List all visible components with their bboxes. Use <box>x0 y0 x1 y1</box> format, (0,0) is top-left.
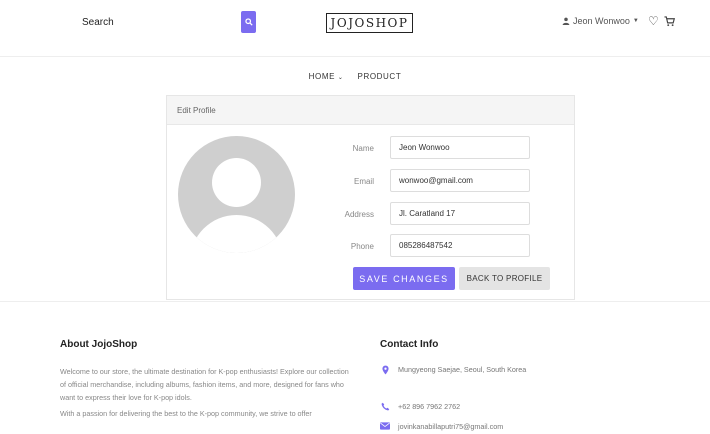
contact-address: Mungyeong Saejae, Seoul, South Korea <box>380 364 548 375</box>
footer-divider <box>0 301 710 302</box>
main-nav: HOME ⌄ PRODUCT <box>0 72 710 81</box>
email-label: Email <box>353 177 374 186</box>
contact-phone-text: +62 896 7962 2762 <box>398 402 461 411</box>
contact-phone: +62 896 7962 2762 <box>380 401 460 412</box>
contact-email-text[interactable]: jovinkanabillaputri75@gmail.com <box>398 421 503 432</box>
site-logo[interactable]: JOJOSHOP <box>326 13 413 33</box>
name-label: Name <box>352 144 374 153</box>
name-field[interactable]: Jeon Wonwoo <box>390 136 530 159</box>
phone-icon <box>380 401 390 411</box>
about-paragraph-2: With a passion for delivering the best t… <box>60 409 312 418</box>
about-paragraph: Welcome to our store, the ultimate desti… <box>60 367 349 402</box>
nav-item-product[interactable]: PRODUCT <box>358 72 402 81</box>
caret-down-icon: ▼ <box>632 18 639 24</box>
map-pin-icon <box>380 364 390 375</box>
nav-item-home[interactable]: HOME ⌄ <box>309 72 344 81</box>
email-field[interactable]: wonwoo@gmail.com <box>390 169 530 192</box>
cart-icon[interactable] <box>664 14 676 32</box>
avatar-head <box>212 158 261 207</box>
card-title: Edit Profile <box>167 96 574 125</box>
nav-home-label: HOME <box>308 72 336 81</box>
user-icon <box>562 17 570 25</box>
chevron-down-icon: ⌄ <box>337 75 344 81</box>
contact-email: jovinkanabillaputri75@gmail.com <box>380 421 503 432</box>
contact-title: Contact Info <box>380 339 439 350</box>
edit-profile-card: Edit Profile Name Jeon Wonwoo Email wonw… <box>166 95 575 300</box>
search-icon <box>244 18 253 26</box>
user-name: Jeon Wonwoo <box>573 16 630 26</box>
envelope-icon <box>380 421 390 430</box>
phone-field[interactable]: 085286487542 <box>390 234 530 257</box>
phone-label: Phone <box>350 242 374 251</box>
search-input[interactable]: Search <box>82 17 114 28</box>
avatar-body <box>190 215 283 253</box>
user-menu[interactable]: Jeon Wonwoo ▼ <box>562 16 639 26</box>
about-title: About JojoShop <box>60 339 138 350</box>
address-label: Address <box>344 210 374 219</box>
avatar-placeholder <box>178 136 295 253</box>
search-button[interactable] <box>241 11 256 33</box>
header: Search JOJOSHOP Jeon Wonwoo ▼ ♡ <box>0 0 710 48</box>
contact-address-text: Mungyeong Saejae, Seoul, South Korea <box>398 365 527 374</box>
back-to-profile-button[interactable]: BACK TO PROFILE <box>459 267 550 290</box>
address-field[interactable]: Jl. Caratland 17 <box>390 202 530 225</box>
heart-icon[interactable]: ♡ <box>648 14 659 28</box>
header-divider <box>0 56 710 57</box>
save-changes-button[interactable]: SAVE CHANGES <box>353 267 455 290</box>
